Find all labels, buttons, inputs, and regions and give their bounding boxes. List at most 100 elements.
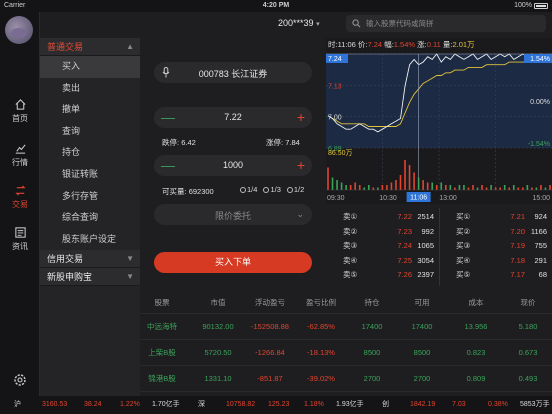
radio-icon [240, 186, 246, 193]
sell-level-volume: 2397 [417, 270, 434, 279]
nav-news-label: 资讯 [12, 242, 28, 251]
volume-bar [503, 185, 506, 190]
menu-item-cancel[interactable]: 撤单 [40, 99, 140, 121]
column-header: 可用 [414, 298, 430, 307]
volume-bar [327, 167, 329, 190]
volume-bar [340, 182, 343, 190]
available-qty-label: 可买量: [162, 187, 187, 196]
price-plus-button[interactable]: + [297, 110, 305, 124]
sell-level-label: 卖③ [343, 241, 358, 250]
buy-level-label: 买③ [456, 241, 471, 250]
column-header: 市值 [210, 298, 226, 307]
volume-bar [540, 185, 542, 190]
clock: 4:20 PM [262, 2, 290, 9]
stock-field[interactable]: 000783 长江证券 [154, 62, 312, 83]
volume-bar [549, 185, 551, 190]
nav-news[interactable]: 资讯 [0, 226, 40, 252]
menu-section-ipo[interactable]: 新股申购宝 ▼ [40, 268, 140, 287]
menu-item-buy[interactable]: 买入 [40, 56, 140, 78]
chevron-down-icon: ⌄ [296, 209, 304, 219]
menu-item-sell[interactable]: 卖出 [40, 78, 140, 100]
news-icon [14, 227, 26, 238]
menu-item-positions[interactable]: 持仓 [40, 142, 140, 164]
nav-trade-label: 交易 [12, 200, 28, 209]
holdings-row[interactable]: 锦港B股 1331.10 -851.87 -39.02% 2700 2700 0.809 0.… [140, 366, 552, 392]
menu-item-shareholder[interactable]: 股东账户设定 [40, 229, 140, 251]
volume-bar [444, 185, 447, 190]
account-number: 200***39 [278, 18, 314, 28]
limit-up-value: 7.84 [285, 138, 300, 147]
battery-indicator: 100% [514, 2, 548, 9]
cursor-time-label: 11:06 [410, 195, 427, 202]
account-selector[interactable]: 200***39 ▾ [278, 18, 320, 28]
column-header: 成本 [468, 298, 484, 307]
holdings-row[interactable]: 中远海特 90132.00 -152508.88 -62.85% 17400 17400 1… [140, 314, 552, 340]
gear-icon[interactable] [12, 372, 28, 388]
sell-level-row[interactable]: 卖① 7.22 2514 [326, 210, 439, 224]
volume-bar [372, 187, 375, 190]
volume-bar [390, 182, 393, 190]
y-tick-right: 1.54% [530, 56, 550, 63]
intraday-chart[interactable]: 时:11:06 价:7.24 幅:1.54% 涨:0.11 量:2.01万 7.… [326, 38, 552, 204]
battery-percent: 100% [514, 2, 532, 9]
table-cell: -152508.88 [251, 322, 289, 331]
ratio-half[interactable]: 1/2 [286, 185, 304, 194]
nav-market[interactable]: 行情 [0, 142, 40, 168]
avatar[interactable] [5, 16, 33, 44]
column-header: 股票 [154, 298, 170, 307]
volume-bar [358, 185, 361, 190]
order-type-select[interactable]: 限价委托 ⌄ [154, 204, 312, 225]
index-percent: 1.22% [120, 401, 140, 408]
menu-section-credit-label: 信用交易 [47, 254, 84, 265]
column-header: 现价 [520, 298, 536, 307]
table-cell: 17400 [361, 322, 383, 331]
sell-level-volume: 2514 [417, 212, 434, 221]
volume-bar [454, 187, 456, 190]
buy-level-row[interactable]: 买② 7.20 1166 [439, 225, 552, 239]
submit-buy-button[interactable]: 买入下单 [154, 252, 312, 273]
buy-level-row[interactable]: 买⑤ 7.17 68 [439, 268, 552, 282]
quantity-value[interactable]: 1000 [154, 160, 312, 170]
menu-item-depository[interactable]: 多行存管 [40, 186, 140, 208]
sell-level-label: 卖④ [343, 255, 358, 265]
volume-bar [531, 187, 533, 190]
index-change: 125.23 [268, 401, 290, 408]
top-header: 200***39 ▾ 输入股票代码或简拼 [140, 12, 552, 38]
sell-level-row[interactable]: 卖④ 7.25 3054 [326, 254, 439, 268]
menu-section-normal[interactable]: 普通交易 ▲ [40, 38, 140, 56]
nav-trade[interactable]: 交易 [0, 184, 40, 210]
volume-bar [417, 177, 420, 190]
sell-level-row[interactable]: 卖③ 7.24 1065 [326, 239, 439, 253]
ratio-quarter[interactable]: 1/4 [240, 185, 257, 194]
radio-icon [263, 186, 270, 193]
menu-item-combined-query[interactable]: 综合查询 [40, 207, 140, 229]
volume-bar [367, 185, 370, 190]
holdings-row[interactable]: 上柴B股 5720.50 -1266.84 -18.13% 8500 8500 0.823 0… [140, 340, 552, 366]
available-qty: 可买量: 692300 [162, 186, 214, 197]
buy-level-row[interactable]: 买④ 7.18 291 [439, 254, 552, 268]
sell-level-row[interactable]: 卖⑤ 7.26 2397 [326, 268, 439, 282]
menu-section-credit[interactable]: 信用交易 ▼ [40, 250, 140, 269]
price-stepper[interactable]: — 7.22 + [154, 107, 312, 128]
volume-bar [472, 185, 474, 190]
sell-level-row[interactable]: 卖② 7.23 992 [326, 225, 439, 239]
index-volume: 1.70亿手 [152, 401, 180, 408]
buy-level-row[interactable]: 买③ 7.19 755 [439, 239, 552, 253]
quantity-stepper[interactable]: — 1000 + [154, 155, 312, 176]
qty-plus-button[interactable]: + [297, 158, 305, 172]
table-cell: 8500 [413, 348, 431, 357]
y-tick-right: 0.00% [530, 99, 550, 106]
search-input[interactable]: 输入股票代码或简拼 [346, 15, 546, 32]
price-value[interactable]: 7.22 [154, 112, 312, 122]
index-name: 沪 [14, 401, 21, 408]
table-cell: 0.823 [466, 348, 486, 357]
buy-level-row[interactable]: 买① 7.21 924 [439, 210, 552, 224]
volume-bar [476, 187, 479, 190]
limit-down-label: 跌停: [162, 138, 180, 147]
nav-home[interactable]: 首页 [0, 98, 40, 124]
sell-level-label: 卖⑤ [343, 270, 358, 279]
volume-bar [449, 185, 452, 190]
menu-item-transfer[interactable]: 银证转账 [40, 164, 140, 186]
menu-item-query[interactable]: 查询 [40, 121, 140, 143]
ratio-third[interactable]: 1/3 [263, 185, 281, 194]
